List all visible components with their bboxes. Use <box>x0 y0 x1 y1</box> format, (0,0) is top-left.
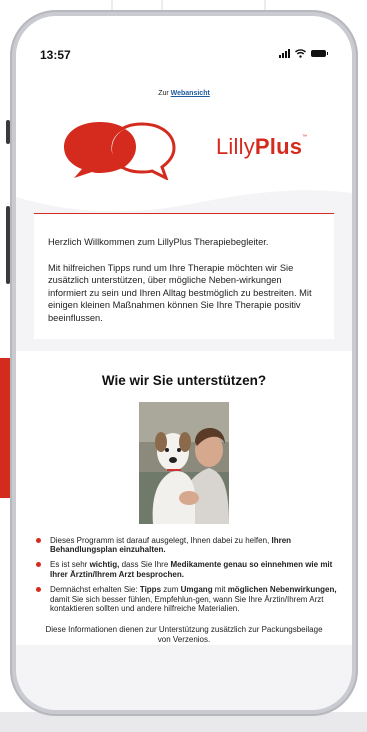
section-title: Wie wir Sie unterstützen? <box>101 372 267 388</box>
battery-icon <box>311 50 328 57</box>
speech-bubbles-logo-icon <box>64 122 176 182</box>
list-item: Dieses Programm ist darauf ausgelegt, Ih… <box>34 536 340 555</box>
email-content: Zur Webansicht LillyPlus™ Herzlich Willk… <box>16 82 352 710</box>
web-view-link[interactable]: Webansicht <box>171 90 210 97</box>
phone-screen: 13:57 Zur Webansicht LillyPlus™ Herzlich… <box>16 16 352 710</box>
bullet-text: dass Sie Ihre <box>119 560 171 570</box>
signal-icon <box>279 49 290 58</box>
bullet-bold: Tipps <box>139 585 162 595</box>
intro-paragraph: Mit hilfreichen Tipps rund um Ihre Thera… <box>48 262 312 323</box>
bullet-bold: Umgang <box>180 585 213 595</box>
logo-name-light: Lilly <box>216 134 255 159</box>
bullet-text: Es ist sehr <box>50 560 90 570</box>
benefits-list: Dieses Programm ist darauf ausgelegt, Ih… <box>16 524 352 614</box>
logo-name-bold: Plus <box>254 134 303 159</box>
status-time: 13:57 <box>40 48 71 62</box>
side-button <box>6 206 10 284</box>
bullet-text: damit Sie sich besser fühlen, Empfehlun-… <box>50 594 324 613</box>
support-section: Wie wir Sie unterstützen? Dieses Program… <box>16 350 352 646</box>
lillyplus-logo: LillyPlus™ <box>60 116 318 182</box>
bullet-bold: wichtig, <box>89 560 120 570</box>
status-bar: 13:57 <box>16 16 352 82</box>
status-icons <box>279 49 328 58</box>
list-item: Es ist sehr wichtig, dass Sie Ihre Medik… <box>34 560 340 579</box>
list-item: Demnächst erhalten Sie: Tipps zum Umgang… <box>34 585 340 613</box>
side-button <box>6 120 10 144</box>
email-header: Zur Webansicht LillyPlus™ <box>16 82 352 213</box>
header-wave <box>16 190 352 213</box>
bullet-dot <box>36 562 41 568</box>
bullet-text: zum <box>161 585 181 595</box>
bullet-text: Dieses Programm ist darauf ausgelegt, Ih… <box>50 535 272 545</box>
bullet-dot <box>36 537 41 543</box>
logo-trademark: ™ <box>302 134 308 140</box>
phone-frame: 13:57 Zur Webansicht LillyPlus™ Herzlich… <box>6 10 358 716</box>
background-accent-strip <box>0 358 10 498</box>
wifi-icon <box>295 49 306 58</box>
web-link-prefix: Zur <box>158 90 171 97</box>
logo-wordmark: LillyPlus™ <box>216 134 307 160</box>
bullet-bold: möglichen Nebenwirkungen, <box>227 585 337 595</box>
woman-with-dog-photo <box>139 401 229 524</box>
bullet-text: Demnächst erhalten Sie: <box>50 585 140 595</box>
bullet-text: mit <box>212 585 228 595</box>
intro-card: Herzlich Willkommen zum LillyPlus Therap… <box>34 212 334 339</box>
web-view-row: Zur Webansicht <box>16 90 352 97</box>
footnote: Diese Informationen dienen zur Unterstüt… <box>45 625 323 645</box>
bullet-dot <box>36 587 41 593</box>
intro-card-wrapper: Herzlich Willkommen zum LillyPlus Therap… <box>16 212 352 351</box>
intro-paragraph: Herzlich Willkommen zum LillyPlus Therap… <box>48 237 269 247</box>
